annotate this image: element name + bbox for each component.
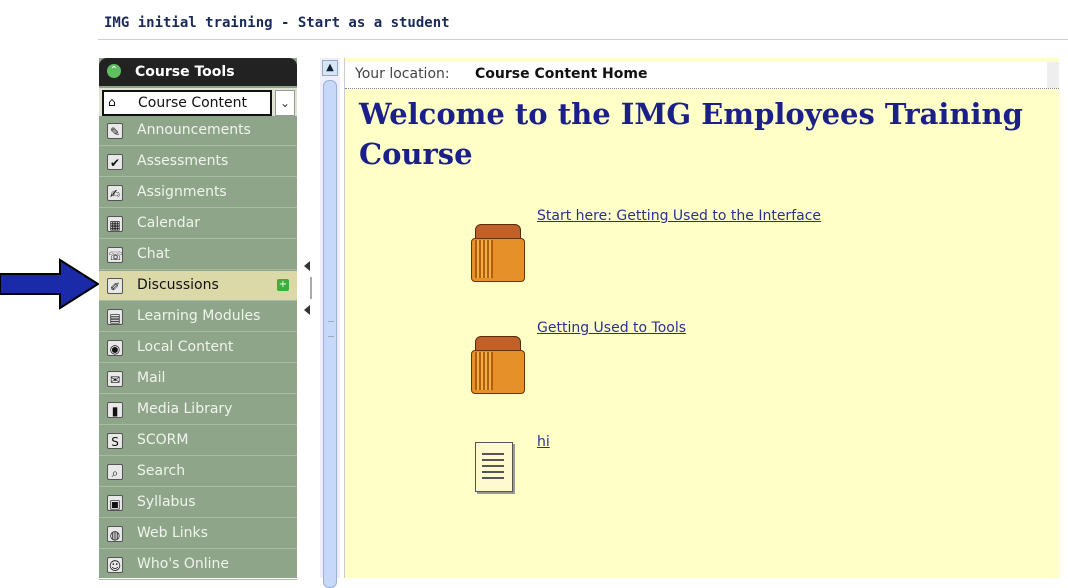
sidebar-item-announcements[interactable]: ✎ Announcements [99, 116, 297, 146]
sidebar-item-label: Media Library [137, 401, 233, 417]
mail-icon: ✉ [107, 371, 123, 387]
globe-icon: ◍ [107, 526, 123, 542]
splitter-grip[interactable] [310, 277, 312, 299]
add-icon[interactable]: + [277, 279, 289, 291]
course-tools-sidebar: ⌃ Course Tools ⌂ Course Content ⌄ ✎ Annou… [99, 58, 297, 580]
scorm-icon: S [107, 433, 123, 449]
syllabus-icon: ▣ [107, 495, 123, 511]
sidebar-item-label: Calendar [137, 215, 200, 231]
sidebar-collapse-handle[interactable] [300, 255, 320, 325]
sidebar-item-label: Syllabus [137, 494, 196, 510]
sidebar-item-label: SCORM [137, 432, 189, 448]
collapse-icon[interactable]: ⌃ [107, 64, 121, 78]
window-title: IMG initial training - Start as a studen… [104, 15, 450, 31]
sidebar-item-label: Announcements [137, 122, 251, 138]
collapse-left-icon[interactable] [304, 305, 310, 315]
sidebar-item-search[interactable]: ⌕ Search [99, 457, 297, 487]
doc-line [482, 477, 504, 479]
sidebar-item-media-library[interactable]: ▮ Media Library [99, 395, 297, 425]
sidebar-item-label: Assessments [137, 153, 229, 169]
doc-line [482, 465, 504, 467]
sidebar-item-who-s-online[interactable]: ☺ Who's Online [99, 550, 297, 580]
sidebar-item-label: Mail [137, 370, 166, 386]
doc-line [482, 471, 504, 473]
window-title-bar: IMG initial training - Start as a studen… [98, 9, 1068, 40]
search-icon: ⌕ [107, 464, 123, 480]
sidebar-item-assignments[interactable]: ✍ Assignments [99, 178, 297, 208]
sidebar-item-web-links[interactable]: ◍ Web Links [99, 519, 297, 549]
sidebar-item-learning-modules[interactable]: ▤ Learning Modules [99, 302, 297, 332]
page-title: Welcome to the IMG Employees Training Co… [359, 97, 1023, 171]
location-label: Your location: [355, 66, 450, 82]
sidebar-item-mail[interactable]: ✉ Mail [99, 364, 297, 394]
sidebar-item-chat[interactable]: ☏ Chat [99, 240, 297, 270]
megaphone-icon: ✎ [107, 123, 123, 139]
doc-line [482, 453, 504, 455]
content-link-tools[interactable]: Getting Used to Tools [537, 320, 686, 336]
sidebar-item-label: Web Links [137, 525, 208, 541]
sidebar-item-label: Search [137, 463, 186, 479]
folder-icon[interactable] [471, 336, 531, 396]
sidebar-item-label: Chat [137, 246, 170, 262]
collapse-left-icon[interactable] [304, 261, 310, 271]
media-icon: ▮ [107, 402, 123, 418]
pointer-arrow-icon [0, 258, 100, 310]
selected-tool-label: Course Content [138, 95, 248, 111]
chevron-down-icon[interactable]: ⌄ [275, 90, 295, 116]
scroll-up-icon[interactable]: ▲ [322, 60, 338, 76]
sidebar-item-label: Local Content [137, 339, 234, 355]
sidebar-item-label: Discussions [137, 277, 219, 293]
content-pane: Your location: Course Content Home Welco… [344, 58, 1059, 578]
folder-icon [475, 352, 493, 390]
document-icon[interactable] [475, 442, 515, 494]
home-icon: ⌂ [108, 95, 116, 109]
calendar-icon: ▦ [107, 216, 123, 232]
doc-line [482, 459, 504, 461]
tool-selector-row: ⌂ Course Content ⌄ [99, 88, 297, 116]
assessment-icon: ✔ [107, 154, 123, 170]
sidebar-item-scorm[interactable]: S SCORM [99, 426, 297, 456]
person-icon: ☺ [107, 557, 123, 573]
chat-icon: ☏ [107, 247, 124, 263]
content-link-hi[interactable]: hi [537, 434, 550, 450]
sidebar-item-assessments[interactable]: ✔ Assessments [99, 147, 297, 177]
sidebar-item-syllabus[interactable]: ▣ Syllabus [99, 488, 297, 518]
course-tools-header: ⌃ Course Tools [99, 58, 297, 86]
sidebar-item-label: Who's Online [137, 556, 230, 572]
sidebar-item-label: Learning Modules [137, 308, 261, 324]
assignment-icon: ✍ [107, 185, 123, 201]
location-value: Course Content Home [475, 66, 648, 82]
folder-icon [475, 240, 493, 278]
sidebar-scrollbar[interactable]: ▲ [320, 58, 340, 588]
content-link-start-here[interactable]: Start here: Getting Used to the Interfac… [537, 208, 821, 224]
sidebar-item-label: Assignments [137, 184, 227, 200]
cd-icon: ◉ [107, 340, 123, 356]
sidebar-item-local-content[interactable]: ◉ Local Content [99, 333, 297, 363]
sidebar-item-calendar[interactable]: ▦ Calendar [99, 209, 297, 239]
content-scrollbar[interactable] [1047, 62, 1059, 88]
scroll-thumb[interactable] [323, 80, 337, 588]
selected-tool-course-content[interactable]: ⌂ Course Content [102, 90, 272, 116]
pushpin-icon: ✐ [107, 278, 123, 294]
document-icon [475, 442, 513, 492]
folder-icon[interactable] [471, 224, 531, 284]
modules-icon: ▤ [107, 309, 123, 325]
sidebar-item-discussions[interactable]: ✐ Discussions + [99, 271, 297, 301]
breadcrumb: Your location: Course Content Home [345, 62, 1059, 89]
scroll-grip [328, 321, 334, 337]
course-tools-title: Course Tools [135, 64, 235, 80]
